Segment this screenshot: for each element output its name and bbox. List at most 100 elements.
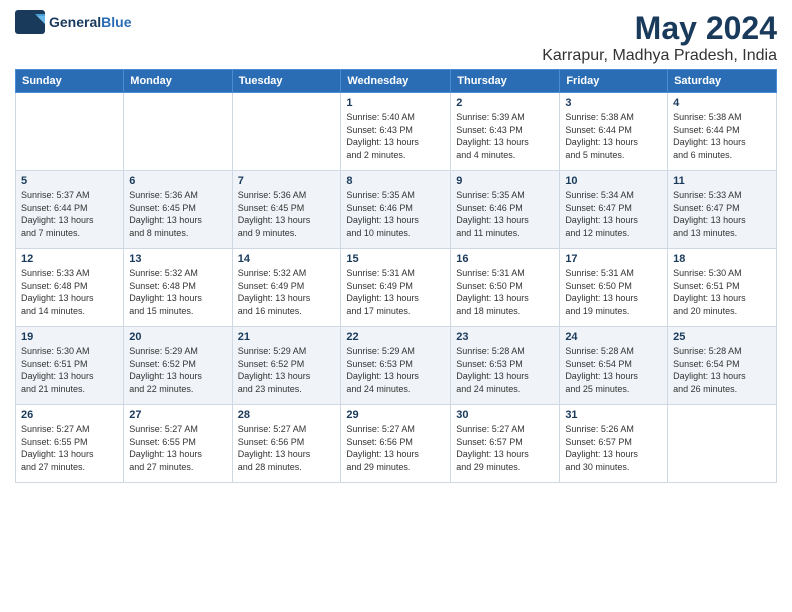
day-number: 19 — [21, 331, 118, 343]
header-row: Sunday Monday Tuesday Wednesday Thursday… — [16, 70, 777, 93]
cell-info: Sunrise: 5:36 AM Sunset: 6:45 PM Dayligh… — [238, 189, 336, 239]
calendar-cell: 29 Sunrise: 5:27 AM Sunset: 6:56 PM Dayli… — [341, 405, 451, 483]
day-number: 4 — [673, 97, 771, 109]
calendar-cell: 11 Sunrise: 5:33 AM Sunset: 6:47 PM Dayli… — [668, 171, 777, 249]
main-title: May 2024 — [542, 10, 777, 47]
week-row-3: 12 Sunrise: 5:33 AM Sunset: 6:48 PM Dayli… — [16, 249, 777, 327]
calendar-cell: 19 Sunrise: 5:30 AM Sunset: 6:51 PM Dayli… — [16, 327, 124, 405]
cell-info: Sunrise: 5:32 AM Sunset: 6:49 PM Dayligh… — [238, 267, 336, 317]
day-number: 12 — [21, 253, 118, 265]
subtitle: Karrapur, Madhya Pradesh, India — [542, 47, 777, 65]
day-number: 1 — [346, 97, 445, 109]
cell-info: Sunrise: 5:27 AM Sunset: 6:57 PM Dayligh… — [456, 423, 554, 473]
day-number: 9 — [456, 175, 554, 187]
cell-info: Sunrise: 5:26 AM Sunset: 6:57 PM Dayligh… — [565, 423, 662, 473]
day-number: 30 — [456, 409, 554, 421]
cell-info: Sunrise: 5:30 AM Sunset: 6:51 PM Dayligh… — [21, 345, 118, 395]
calendar-cell: 1 Sunrise: 5:40 AM Sunset: 6:43 PM Daylig… — [341, 93, 451, 171]
day-number: 5 — [21, 175, 118, 187]
title-block: May 2024 Karrapur, Madhya Pradesh, India — [542, 10, 777, 65]
calendar-cell: 30 Sunrise: 5:27 AM Sunset: 6:57 PM Dayli… — [451, 405, 560, 483]
calendar-cell: 24 Sunrise: 5:28 AM Sunset: 6:54 PM Dayli… — [560, 327, 668, 405]
cell-info: Sunrise: 5:28 AM Sunset: 6:54 PM Dayligh… — [673, 345, 771, 395]
cell-info: Sunrise: 5:39 AM Sunset: 6:43 PM Dayligh… — [456, 111, 554, 161]
day-number: 13 — [129, 253, 226, 265]
calendar-cell: 4 Sunrise: 5:38 AM Sunset: 6:44 PM Daylig… — [668, 93, 777, 171]
calendar-cell: 12 Sunrise: 5:33 AM Sunset: 6:48 PM Dayli… — [16, 249, 124, 327]
calendar-cell: 9 Sunrise: 5:35 AM Sunset: 6:46 PM Daylig… — [451, 171, 560, 249]
calendar-cell: 27 Sunrise: 5:27 AM Sunset: 6:55 PM Dayli… — [124, 405, 232, 483]
cell-info: Sunrise: 5:28 AM Sunset: 6:54 PM Dayligh… — [565, 345, 662, 395]
calendar-cell: 25Sunrise: 5:28 AM Sunset: 6:54 PM Dayli… — [668, 327, 777, 405]
calendar-cell: 10 Sunrise: 5:34 AM Sunset: 6:47 PM Dayli… — [560, 171, 668, 249]
cell-info: Sunrise: 5:28 AM Sunset: 6:53 PM Dayligh… — [456, 345, 554, 395]
cell-info: Sunrise: 5:27 AM Sunset: 6:56 PM Dayligh… — [238, 423, 336, 473]
day-number: 29 — [346, 409, 445, 421]
calendar-cell: 5 Sunrise: 5:37 AM Sunset: 6:44 PM Daylig… — [16, 171, 124, 249]
cell-info: Sunrise: 5:38 AM Sunset: 6:44 PM Dayligh… — [565, 111, 662, 161]
calendar-cell: 2 Sunrise: 5:39 AM Sunset: 6:43 PM Daylig… — [451, 93, 560, 171]
day-number: 3 — [565, 97, 662, 109]
day-number: 17 — [565, 253, 662, 265]
col-monday: Monday — [124, 70, 232, 93]
cell-info: Sunrise: 5:27 AM Sunset: 6:55 PM Dayligh… — [129, 423, 226, 473]
col-wednesday: Wednesday — [341, 70, 451, 93]
page-container: GeneralBlue May 2024 Karrapur, Madhya Pr… — [0, 0, 792, 493]
calendar-cell: 13Sunrise: 5:32 AM Sunset: 6:48 PM Dayli… — [124, 249, 232, 327]
calendar-cell: 28Sunrise: 5:27 AM Sunset: 6:56 PM Dayli… — [232, 405, 341, 483]
calendar-table: Sunday Monday Tuesday Wednesday Thursday… — [15, 69, 777, 483]
logo: GeneralBlue — [15, 10, 131, 34]
calendar-cell — [16, 93, 124, 171]
cell-info: Sunrise: 5:33 AM Sunset: 6:48 PM Dayligh… — [21, 267, 118, 317]
day-number: 27 — [129, 409, 226, 421]
calendar-cell: 3 Sunrise: 5:38 AM Sunset: 6:44 PM Daylig… — [560, 93, 668, 171]
cell-info: Sunrise: 5:29 AM Sunset: 6:52 PM Dayligh… — [129, 345, 226, 395]
day-number: 2 — [456, 97, 554, 109]
day-number: 14 — [238, 253, 336, 265]
day-number: 15 — [346, 253, 445, 265]
day-number: 8 — [346, 175, 445, 187]
cell-info: Sunrise: 5:27 AM Sunset: 6:55 PM Dayligh… — [21, 423, 118, 473]
cell-info: Sunrise: 5:37 AM Sunset: 6:44 PM Dayligh… — [21, 189, 118, 239]
week-row-4: 19 Sunrise: 5:30 AM Sunset: 6:51 PM Dayli… — [16, 327, 777, 405]
calendar-cell — [668, 405, 777, 483]
calendar-cell: 21Sunrise: 5:29 AM Sunset: 6:52 PM Dayli… — [232, 327, 341, 405]
col-tuesday: Tuesday — [232, 70, 341, 93]
cell-info: Sunrise: 5:34 AM Sunset: 6:47 PM Dayligh… — [565, 189, 662, 239]
day-number: 24 — [565, 331, 662, 343]
calendar-cell: 17 Sunrise: 5:31 AM Sunset: 6:50 PM Dayli… — [560, 249, 668, 327]
cell-info: Sunrise: 5:40 AM Sunset: 6:43 PM Dayligh… — [346, 111, 445, 161]
day-number: 21 — [238, 331, 336, 343]
day-number: 10 — [565, 175, 662, 187]
week-row-5: 26 Sunrise: 5:27 AM Sunset: 6:55 PM Dayli… — [16, 405, 777, 483]
calendar-cell: 6Sunrise: 5:36 AM Sunset: 6:45 PM Daylig… — [124, 171, 232, 249]
day-number: 20 — [129, 331, 226, 343]
day-number: 26 — [21, 409, 118, 421]
col-thursday: Thursday — [451, 70, 560, 93]
calendar-cell: 7Sunrise: 5:36 AM Sunset: 6:45 PM Daylig… — [232, 171, 341, 249]
calendar-body: 1 Sunrise: 5:40 AM Sunset: 6:43 PM Daylig… — [16, 93, 777, 483]
cell-info: Sunrise: 5:31 AM Sunset: 6:49 PM Dayligh… — [346, 267, 445, 317]
week-row-2: 5 Sunrise: 5:37 AM Sunset: 6:44 PM Daylig… — [16, 171, 777, 249]
col-saturday: Saturday — [668, 70, 777, 93]
col-friday: Friday — [560, 70, 668, 93]
cell-info: Sunrise: 5:35 AM Sunset: 6:46 PM Dayligh… — [346, 189, 445, 239]
calendar-cell: 23 Sunrise: 5:28 AM Sunset: 6:53 PM Dayli… — [451, 327, 560, 405]
header: GeneralBlue May 2024 Karrapur, Madhya Pr… — [15, 10, 777, 65]
cell-info: Sunrise: 5:38 AM Sunset: 6:44 PM Dayligh… — [673, 111, 771, 161]
col-sunday: Sunday — [16, 70, 124, 93]
calendar-cell — [232, 93, 341, 171]
cell-info: Sunrise: 5:33 AM Sunset: 6:47 PM Dayligh… — [673, 189, 771, 239]
week-row-1: 1 Sunrise: 5:40 AM Sunset: 6:43 PM Daylig… — [16, 93, 777, 171]
cell-info: Sunrise: 5:27 AM Sunset: 6:56 PM Dayligh… — [346, 423, 445, 473]
calendar-cell: 8 Sunrise: 5:35 AM Sunset: 6:46 PM Daylig… — [341, 171, 451, 249]
cell-info: Sunrise: 5:31 AM Sunset: 6:50 PM Dayligh… — [565, 267, 662, 317]
cell-info: Sunrise: 5:36 AM Sunset: 6:45 PM Dayligh… — [129, 189, 226, 239]
day-number: 11 — [673, 175, 771, 187]
day-number: 23 — [456, 331, 554, 343]
calendar-cell: 20 Sunrise: 5:29 AM Sunset: 6:52 PM Dayli… — [124, 327, 232, 405]
logo-icon — [15, 10, 45, 34]
cell-info: Sunrise: 5:35 AM Sunset: 6:46 PM Dayligh… — [456, 189, 554, 239]
calendar-cell — [124, 93, 232, 171]
calendar-cell: 22Sunrise: 5:29 AM Sunset: 6:53 PM Dayli… — [341, 327, 451, 405]
